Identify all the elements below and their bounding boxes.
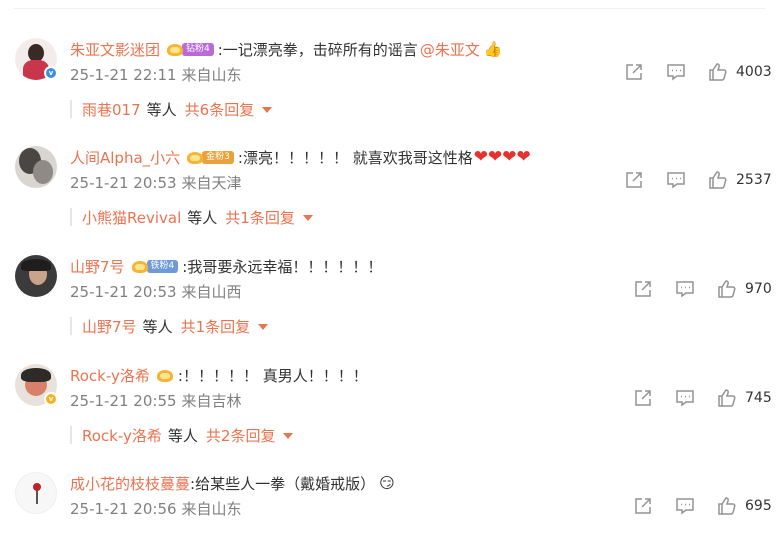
comment-icon[interactable] — [675, 496, 695, 516]
avatar[interactable] — [15, 255, 57, 297]
reply-label: 等人 — [142, 317, 173, 336]
like-count: 695 — [745, 498, 772, 514]
comment-icon[interactable] — [666, 170, 686, 190]
comment-time: 25-1-21 20:56 — [70, 500, 177, 518]
comment-text: :漂亮！！！！！ 就喜欢我哥这性格 — [237, 148, 473, 167]
reply-count-link[interactable]: 共2条回复 — [206, 425, 276, 446]
comment-text: :！！！！！ 真男人！！！！ — [177, 366, 368, 385]
comment-location: 来自吉林 — [181, 392, 242, 410]
reply-divider — [70, 208, 72, 226]
comment-time: 25-1-21 20:53 — [70, 174, 177, 192]
fan-crown-icon — [156, 367, 174, 383]
reply-username-link[interactable]: 小熊猫Revival — [82, 207, 181, 228]
username-link[interactable]: 成小花的枝枝蔓蔓 — [70, 473, 190, 494]
avatar[interactable] — [15, 472, 57, 514]
reply-count-link[interactable]: 共1条回复 — [181, 316, 251, 337]
comment-icon[interactable] — [675, 279, 695, 299]
reply-label: 等人 — [187, 208, 218, 227]
comment-location: 来自山东 — [181, 66, 242, 84]
reply-count-link[interactable]: 共1条回复 — [225, 207, 295, 228]
comment-meta: 25-1-21 20:56 来自山东 — [70, 498, 242, 519]
fan-crown-icon — [131, 258, 149, 274]
comment-meta: 25-1-21 20:53 来自天津 — [70, 172, 242, 193]
comment-time: 25-1-21 22:11 — [70, 66, 177, 84]
like-icon[interactable] — [708, 62, 728, 82]
like-count: 745 — [745, 390, 772, 406]
caret-down-icon[interactable] — [283, 433, 294, 439]
comment-text: :一记漂亮拳，击碎所有的谣言 — [217, 40, 418, 59]
comment-location: 来自天津 — [181, 174, 242, 192]
comment-meta: 25-1-21 20:55 来自吉林 — [70, 390, 242, 411]
like-icon[interactable] — [708, 170, 728, 190]
like-count: 2537 — [736, 172, 772, 188]
like-count: 4003 — [736, 64, 772, 80]
reply-username-link[interactable]: 山野7号 — [82, 316, 137, 337]
caret-down-icon[interactable] — [302, 215, 313, 221]
reply-divider — [70, 100, 72, 118]
share-icon[interactable] — [624, 170, 644, 190]
comment-icon[interactable] — [666, 62, 686, 82]
fan-badge: 钻粉4 — [182, 42, 214, 56]
fan-badge: 铁粉4 — [146, 259, 179, 273]
comment-meta: 25-1-21 20:53 来自山西 — [70, 281, 242, 302]
reply-divider — [70, 426, 72, 444]
reply-count-link[interactable]: 共6条回复 — [185, 99, 255, 120]
share-icon[interactable] — [633, 279, 653, 299]
mention-link[interactable]: @朱亚文 — [420, 39, 480, 60]
comment-time: 25-1-21 20:55 — [70, 392, 177, 410]
fan-badge: 金粉3 — [202, 150, 234, 164]
reply-username-link[interactable]: 雨巷017 — [82, 99, 141, 120]
like-icon[interactable] — [717, 496, 737, 516]
reply-label: 等人 — [146, 100, 177, 119]
smug-face-icon: 😏 — [379, 474, 395, 492]
thumbs-up-icon: 👍 — [483, 40, 503, 58]
share-icon[interactable] — [633, 496, 653, 516]
red-heart-icon: ❤❤❤❤ — [473, 147, 531, 167]
username-link[interactable]: 朱亚文影迷团 — [70, 39, 160, 60]
reply-username-link[interactable]: Rock-y洛希 — [82, 425, 162, 446]
like-count: 970 — [745, 281, 772, 297]
comment-location: 来自山东 — [181, 500, 242, 518]
share-icon[interactable] — [624, 62, 644, 82]
top-divider — [14, 8, 766, 9]
fan-crown-icon — [186, 149, 204, 165]
comment-meta: 25-1-21 22:11 来自山东 — [70, 64, 242, 85]
username-link[interactable]: 人间Alpha_小六 — [70, 147, 180, 168]
share-icon[interactable] — [633, 388, 653, 408]
like-icon[interactable] — [717, 388, 737, 408]
comment-icon[interactable] — [675, 388, 695, 408]
verified-badge-icon: v — [44, 392, 58, 406]
caret-down-icon[interactable] — [258, 324, 269, 330]
verified-badge-icon: v — [44, 66, 58, 80]
fan-crown-icon — [166, 41, 184, 57]
username-link[interactable]: 山野7号 — [70, 256, 125, 277]
comment-text: :给某些人一拳（戴婚戒版） — [190, 474, 376, 493]
avatar[interactable] — [15, 146, 57, 188]
comment-time: 25-1-21 20:53 — [70, 283, 177, 301]
caret-down-icon[interactable] — [262, 107, 273, 113]
comment-text: :我哥要永远幸福！！！！！！ — [182, 257, 383, 276]
reply-label: 等人 — [167, 426, 198, 445]
username-link[interactable]: Rock-y洛希 — [70, 365, 150, 386]
comment-location: 来自山西 — [181, 283, 242, 301]
reply-divider — [70, 317, 72, 335]
like-icon[interactable] — [717, 279, 737, 299]
